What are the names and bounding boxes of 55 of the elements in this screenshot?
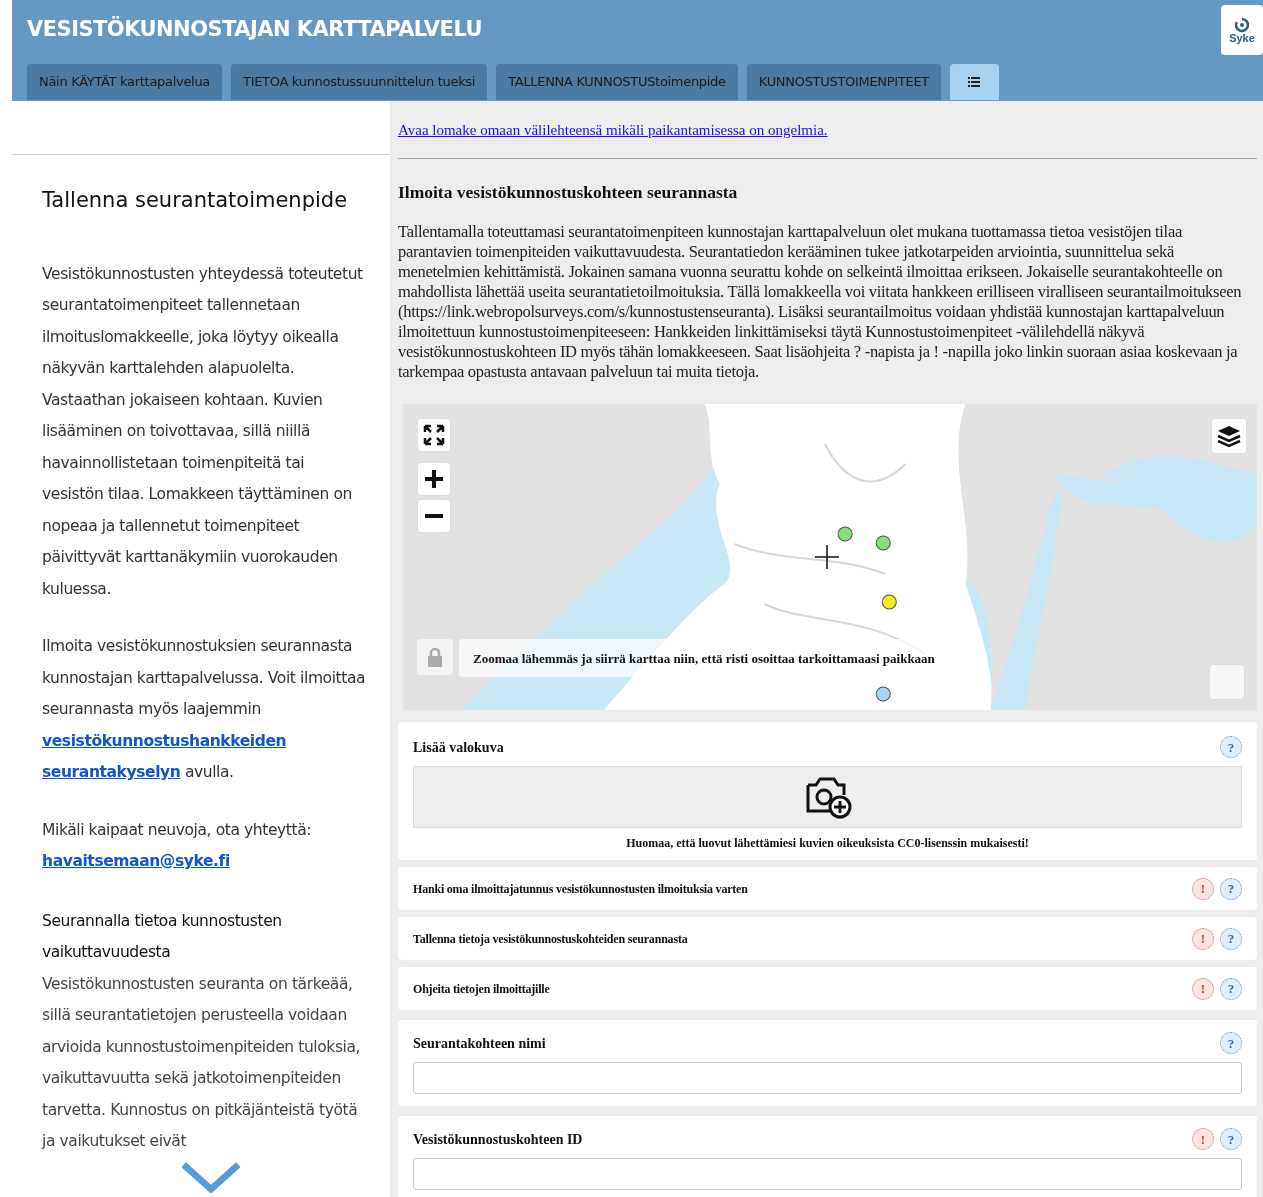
logo[interactable]: Syke	[1221, 5, 1263, 55]
link[interactable]: havaitsemaan@syke.fi	[42, 852, 230, 870]
link[interactable]: seurantakyselyn	[42, 763, 181, 781]
lock-icon	[427, 647, 443, 668]
section-label: Seurantakohteen nimi	[413, 1034, 547, 1053]
open-form-link[interactable]: Avaa lomake omaan välilehteensä mikäli paikantamisessa on ongelmia.	[398, 122, 828, 138]
section-label: Ohjeita tietojen ilmoittajille	[413, 980, 551, 998]
sidebar-paragraph: Vesistökunnostusten yhteydessä toteutetut seurantatoimenpiteet tallennetaan ilmoituslomakkeelle, joka löytyy oikealla näkyvän karttalehden alapuolelta. Vastaathan jokaiseen kohtaan. Kuvien lisääminen on toivottavaa, sillä niillä havainnollistetaan toimenpiteitä tai vesistön tilaa. Lomakkeen täyttäminen on nopeaa ja tallennetut toimenpiteet päivittyvät karttanäkymiin vuorokauden kuluessa.	[42, 263, 364, 600]
help-button[interactable]: ?	[1220, 977, 1242, 1000]
input-field[interactable]	[413, 1158, 1242, 1191]
alert-button[interactable]: !	[1192, 877, 1214, 900]
plus-icon	[424, 469, 444, 490]
tab[interactable]: TIETOA kunnostussuunnittelun tueksi	[231, 64, 488, 100]
tab[interactable]: TALLENNA KUNNOSTUStoimenpide	[496, 64, 738, 100]
input-field[interactable]	[413, 1062, 1242, 1095]
list-icon	[968, 77, 981, 87]
sidebar-paragraph: Ilmoita vesistökunnostuksien seurannasta kunnostajan karttapalvelussa. Voit ilmoittaa seurannasta myös laajemmin vesistökunnostushankkeiden seurantakyselyn avulla.	[42, 636, 367, 783]
zoom-in-button[interactable]	[417, 462, 451, 497]
app-title: VESISTÖKUNNOSTAJAN KARTTAPALVELU	[27, 15, 482, 44]
alert-button[interactable]: !	[1192, 1128, 1214, 1151]
layers-button[interactable]	[1211, 418, 1247, 455]
list-tab[interactable]	[949, 64, 999, 100]
section-label: Hanki oma ilmoittajatunnus vesistökunnostusten ilmoituksia varten	[413, 880, 749, 898]
crosshair-icon	[815, 545, 839, 570]
form-card[interactable]: Hanki oma ilmoittajatunnus vesistökunnostusten ilmoituksia varten ! ?	[398, 867, 1257, 911]
alert-button[interactable]: !	[1192, 927, 1214, 950]
form-card[interactable]: Ohjeita tietojen ilmoittajille ! ?	[398, 967, 1257, 1011]
section-label: Vesistökunnostuskohteen ID	[413, 1130, 584, 1149]
alert-button[interactable]: !	[1192, 977, 1214, 1000]
expand-icon	[423, 424, 445, 447]
help-button[interactable]: ?	[1220, 1032, 1242, 1055]
zoom-out-button[interactable]	[417, 499, 451, 534]
form-heading: Ilmoita vesistökunnostuskohteen seurannasta	[398, 181, 739, 204]
form-card[interactable]: Tallenna tietoja vesistökunnostuskohteiden seurannasta ! ?	[398, 917, 1257, 961]
sidebar-heading: Tallenna seurantatoimenpide	[42, 187, 349, 214]
section-label: Tallenna tietoja vesistökunnostuskohteiden seurannasta	[413, 930, 689, 948]
lock-button[interactable]	[417, 639, 453, 676]
layers-icon	[1217, 424, 1241, 449]
logo-text: Syke	[1229, 32, 1255, 44]
tab[interactable]: KUNNOSTUSTOIMENPITEET	[746, 64, 941, 100]
tab[interactable]: Näin KÄYTÄT karttapalvelua	[27, 64, 222, 100]
sidebar-paragraph: Mikäli kaipaat neuvoja, ota yhteyttä: havaitsemaan@syke.fi	[42, 819, 313, 872]
section-label: Lisää valokuva	[413, 738, 505, 757]
license-note: Huomaa, että luovut lähettämiesi kuvien oikeuksista CC0-lisenssin mukaisesti!	[625, 835, 1030, 853]
help-button[interactable]: ?	[1220, 736, 1242, 759]
intro-paragraph: Tallentamalla toteuttamasi seurantatoimenpiteen kunnostajan karttapalveluun olet mukana tuottamassa tietoa vesistöjen tilaa parantavien toimenpiteiden vaikuttavuudesta. Seurantatiedon kerääminen tukee jatkotarpeiden arviointia, suunnittelua sekä menetelmien kehittämistä. Jokainen samana vuonna seurattu kohde on selkeintä ilmoittaa erikseen. Jokaiselle seurantakohteelle on mahdollista lähettää useita seurantatietoilmoituksia. Tällä lomakkeella voi viitata hankkeen erilliseen viralliseen seurantailmoitukseen (https://link.webropolsurveys.com/s/kunnostustenseuranta). Lisäksi seurantailmoitus voidaan yhdistää kunnostajan karttapalveluun ilmoitettuun kunnostustoimenpiteeseen: Hankkeiden linkittämiseksi täytä Kunnostustoimenpiteet -välilehdellä näkyvä vesistökunnostuskohteen ID myös tähän lomakkeeseen. Saat lisäohjeita ? -napista ja ! -napilla joko linkin suoraan asiaa koskevaan ja tarkempaa opastusta antavaan palveluun tai muita tietoja.	[398, 222, 1243, 383]
sidebar-paragraph: Vesistökunnostusten seuranta on tärkeää, sillä seurantatietojen perusteella voidaan arvioida kunnostustoimenpiteiden tuloksia, vaikuttavuutta sekä jatkotoimenpiteiden tarvetta. Kunnostus on pitkäjänteistä työtä ja vaikutukset eivät	[42, 973, 362, 1152]
help-button[interactable]: ?	[1220, 927, 1242, 950]
help-button[interactable]: ?	[1220, 877, 1242, 900]
link[interactable]: vesistökunnostushankkeiden	[42, 731, 287, 750]
help-button[interactable]: ?	[1220, 1128, 1242, 1151]
sidebar-subheading: Seurannalla tietoa kunnostusten vaikuttavuudesta	[42, 910, 283, 963]
fullscreen-button[interactable]	[417, 418, 451, 453]
minus-icon	[424, 513, 444, 520]
logo-icon	[1234, 16, 1250, 33]
